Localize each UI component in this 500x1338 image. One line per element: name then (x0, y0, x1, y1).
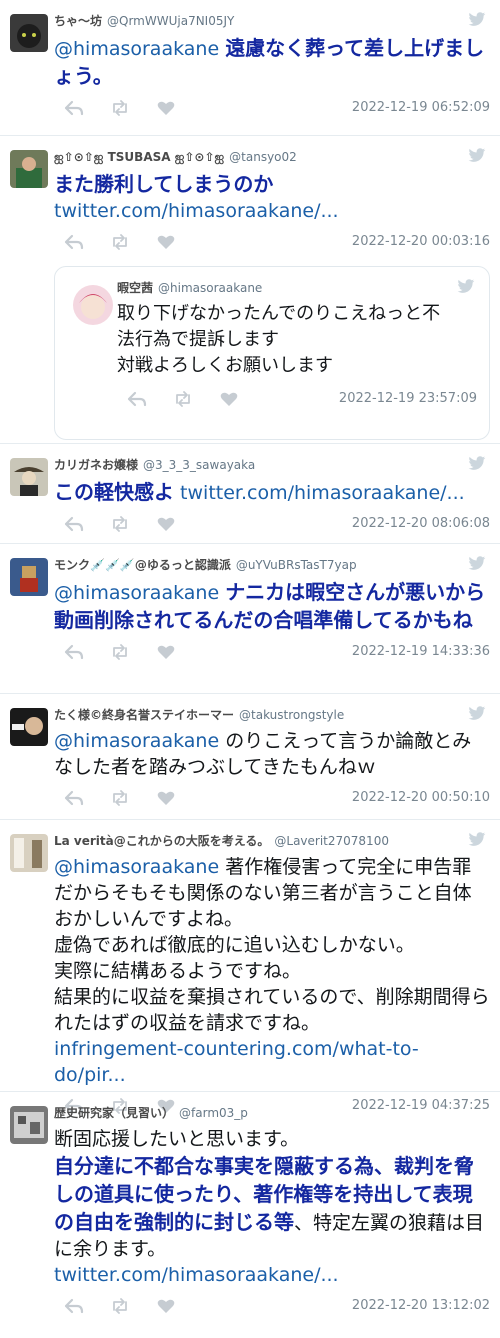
retweet-icon[interactable] (173, 391, 193, 407)
author-name: たく様©終身名誉ステイホーマー (54, 708, 235, 722)
like-icon[interactable] (156, 234, 176, 250)
like-icon[interactable] (156, 516, 176, 532)
retweet-icon[interactable] (110, 100, 130, 116)
reply-icon[interactable] (64, 790, 84, 806)
tweet-text: 断固応援したいと思います。 自分達に不都合な事実を隠蔽する為、裁判を脅しの道具に使… (54, 1128, 485, 1286)
tweet-link[interactable]: twitter.com/himasoraakane/... (54, 1264, 339, 1286)
author-name: ちゃ～坊 (54, 14, 103, 28)
tweet[interactable]: たく様©終身名誉ステイホーマー @takustrongstyle @himasor… (0, 694, 500, 820)
timestamp[interactable]: 2022-12-20 00:03:16 (352, 234, 490, 249)
quoted-tweet[interactable]: 暇空茜 @himasoraakane 取り下げなかったんでのりこえねっと不 法行為で… (54, 266, 490, 440)
avatar[interactable] (10, 150, 48, 188)
like-icon[interactable] (156, 1298, 176, 1314)
tweet[interactable]: モンク💉💉💉@ゆるっと認識派 @uYVuBRsTasT7yap @himasora… (0, 544, 500, 694)
avatar[interactable] (10, 708, 48, 746)
mention-link[interactable]: @himasoraakane (54, 856, 219, 878)
mention-link[interactable]: @himasoraakane (54, 582, 219, 604)
timestamp[interactable]: 2022-12-19 14:33:36 (352, 644, 490, 659)
twitter-bird-icon (468, 456, 486, 471)
reply-icon[interactable] (64, 516, 84, 532)
twitter-bird-icon (468, 556, 486, 571)
author-handle: @uYVuBRsTasT7yap (235, 558, 357, 572)
avatar[interactable] (73, 285, 113, 325)
retweet-icon[interactable] (110, 644, 130, 660)
tweet-link[interactable]: twitter.com/himasoraakane/... (54, 200, 339, 222)
tweet-text: @himasoraakane ナニカは暇空さんが悪いから動画削除されてるんだの合… (54, 580, 486, 632)
timestamp[interactable]: 2022-12-20 13:12:02 (352, 1298, 490, 1313)
timestamp[interactable]: 2022-12-20 00:50:10 (352, 790, 490, 805)
like-icon[interactable] (156, 644, 176, 660)
reply-icon[interactable] (64, 644, 84, 660)
tweet[interactable]: 歴史研究家（見習い） @farm03_p 断固応援したいと思います。 自分達に不都合… (0, 1092, 500, 1338)
twitter-bird-icon (468, 706, 486, 721)
author-handle: @takustrongstyle (239, 708, 345, 722)
author-name: モンク💉💉💉@ゆるっと認識派 (54, 558, 231, 572)
reply-icon[interactable] (64, 234, 84, 250)
avatar[interactable] (10, 14, 48, 52)
like-icon[interactable] (156, 790, 176, 806)
author-handle: @himasoraakane (158, 281, 263, 295)
author-handle: @tansyo02 (229, 150, 297, 164)
reply-icon[interactable] (127, 391, 147, 407)
retweet-icon[interactable] (110, 790, 130, 806)
retweet-icon[interactable] (110, 516, 130, 532)
author-handle: @farm03_p (179, 1106, 248, 1120)
author-name: カリガネお嬢様 (54, 458, 139, 472)
retweet-icon[interactable] (110, 234, 130, 250)
tweet-text: @himasoraakane 遠慮なく葬って差し上げましょう。 (54, 36, 485, 88)
tweet-link[interactable]: twitter.com/himasoraakane/... (180, 482, 465, 504)
avatar[interactable] (10, 558, 48, 596)
twitter-bird-icon (457, 279, 475, 294)
tweet[interactable]: ஐ⇧⊙⇧ஐ TSUBASA ஐ⇧⊙⇧ஐ @tansyo02 また勝利してしまうのか… (0, 136, 500, 444)
author-handle: @Laverit27078100 (274, 834, 389, 848)
mention-link[interactable]: @himasoraakane (54, 38, 219, 60)
tweet[interactable]: La verità@これからの大阪を考える。 @Laverit27078100 @… (0, 820, 500, 1092)
reply-icon[interactable] (64, 100, 84, 116)
author-name: La verità@これからの大阪を考える。 (54, 834, 270, 848)
like-icon[interactable] (219, 391, 239, 407)
tweet-link[interactable]: infringement-countering.com/what-to-do/p… (54, 1038, 419, 1086)
avatar[interactable] (10, 458, 48, 496)
author-handle: @3_3_3_sawayaka (143, 458, 256, 472)
timestamp[interactable]: 2022-12-19 06:52:09 (352, 100, 490, 115)
tweet[interactable]: カリガネお嬢様 @3_3_3_sawayaka この軽快感よ twitter.co… (0, 444, 500, 544)
reply-icon[interactable] (64, 1298, 84, 1314)
tweet-text: この軽快感よ twitter.com/himasoraakane/... (54, 480, 465, 504)
tweet[interactable]: ちゃ～坊 @QrmWWUja7NI05JY @himasoraakane 遠慮なく… (0, 0, 500, 136)
twitter-bird-icon (468, 832, 486, 847)
avatar[interactable] (10, 834, 48, 872)
mention-link[interactable]: @himasoraakane (54, 730, 219, 752)
author-name: 暇空茜 (117, 281, 154, 295)
tweet-text: @himasoraakane 著作権侵害って完全に申告罪だからそもそも関係のない… (54, 856, 490, 1086)
author-name: 歴史研究家（見習い） (54, 1106, 175, 1120)
retweet-icon[interactable] (110, 1298, 130, 1314)
tweet-text: @himasoraakane のりこえって言うか論敵とみなした者を踏みつぶしてき… (54, 730, 472, 778)
timestamp[interactable]: 2022-12-19 23:57:09 (339, 391, 477, 406)
twitter-bird-icon (468, 12, 486, 27)
like-icon[interactable] (156, 100, 176, 116)
author-handle: @QrmWWUja7NI05JY (107, 14, 235, 28)
quote-text: 取り下げなかったんでのりこえねっと不 法行為で提訴します 対戦よろしくお願いします (117, 303, 441, 376)
tweet-text: また勝利してしまうのか twitter.com/himasoraakane/... (54, 172, 339, 222)
author-name: ஐ⇧⊙⇧ஐ TSUBASA ஐ⇧⊙⇧ஐ (54, 150, 225, 164)
timestamp[interactable]: 2022-12-20 08:06:08 (352, 516, 490, 531)
avatar[interactable] (10, 1106, 48, 1144)
twitter-bird-icon (468, 148, 486, 163)
